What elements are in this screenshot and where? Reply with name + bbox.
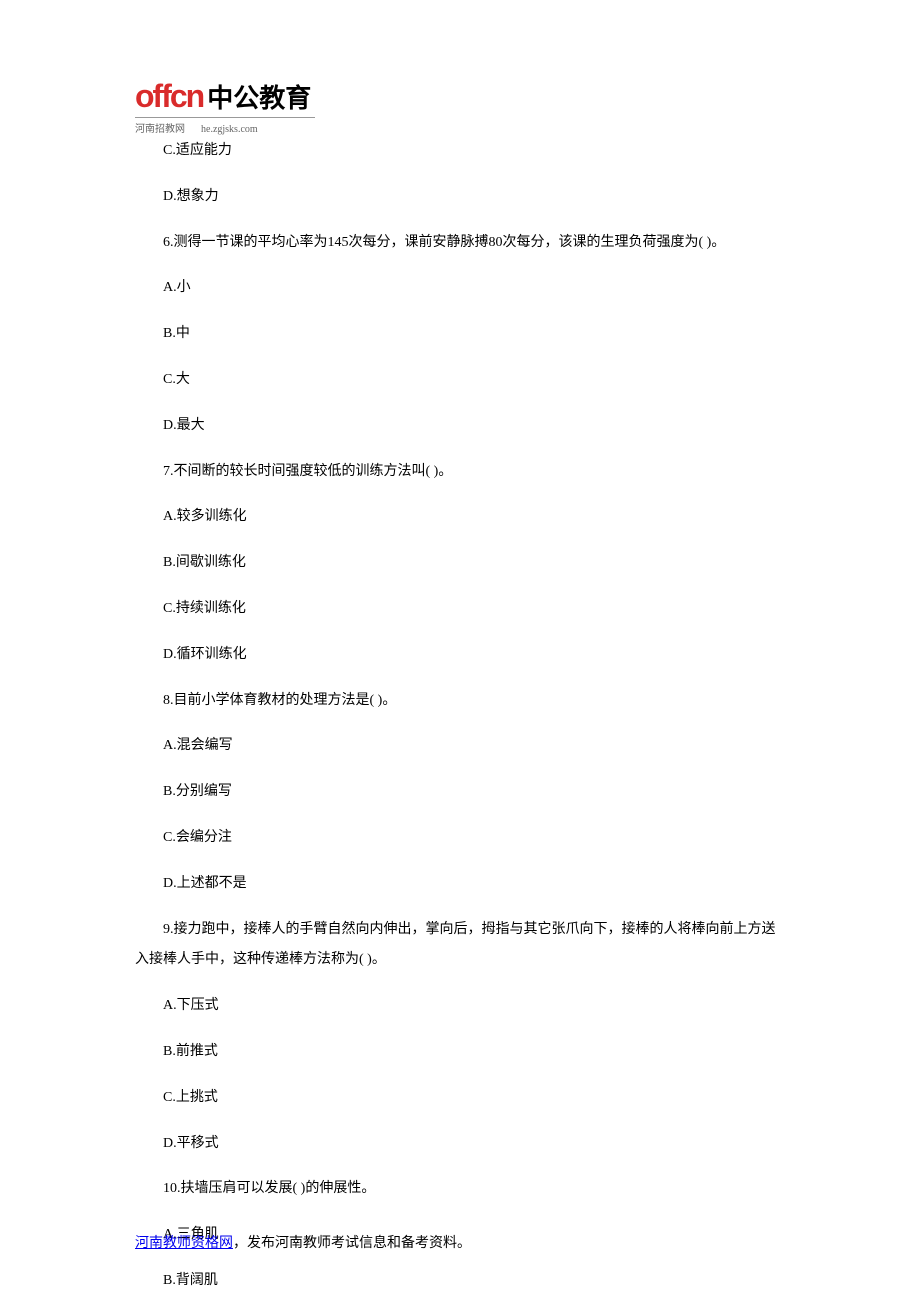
question-6: 6.测得一节课的平均心率为145次每分，课前安静脉搏80次每分，该课的生理负荷强… — [135, 228, 785, 259]
option-text: B.前推式 — [135, 1037, 785, 1068]
option-text: C.会编分注 — [135, 823, 785, 854]
option-text: C.上挑式 — [135, 1083, 785, 1114]
option-text: D.最大 — [135, 411, 785, 442]
question-7: 7.不间断的较长时间强度较低的训练方法叫( )。 — [135, 457, 785, 488]
option-text: C.持续训练化 — [135, 594, 785, 625]
option-text: D.循环训练化 — [135, 640, 785, 671]
logo-chinese: 中公教育 — [207, 78, 311, 115]
question-8: 8.目前小学体育教材的处理方法是( )。 — [135, 686, 785, 717]
question-10: 10.扶墙压肩可以发展( )的伸展性。 — [135, 1174, 785, 1205]
option-text: A.小 — [135, 273, 785, 304]
option-text: B.间歇训练化 — [135, 548, 785, 579]
footer-suffix: ，发布河南教师考试信息和备考资料。 — [233, 1236, 471, 1251]
option-text: A.较多训练化 — [135, 502, 785, 533]
option-text: D.想象力 — [135, 182, 785, 213]
option-text: D.上述都不是 — [135, 869, 785, 900]
option-text: B.分别编写 — [135, 777, 785, 808]
logo-subtext-right: he.zgjsks.com — [201, 124, 258, 135]
option-text: A.混会编写 — [135, 731, 785, 762]
logo-subtext: 河南招教网 he.zgjsks.com — [135, 120, 315, 135]
option-text: D.平移式 — [135, 1129, 785, 1160]
logo-offcn: offcn — [135, 78, 203, 115]
option-text: B.背阔肌 — [135, 1266, 785, 1297]
option-text: B.中 — [135, 319, 785, 350]
logo-header: offcn 中公教育 河南招教网 he.zgjsks.com — [135, 78, 315, 135]
document-content: C.适应能力 D.想象力 6.测得一节课的平均心率为145次每分，课前安静脉搏8… — [135, 136, 785, 1312]
option-text: A.下压式 — [135, 991, 785, 1022]
option-text: C.适应能力 — [135, 136, 785, 167]
logo: offcn 中公教育 — [135, 78, 315, 115]
footer-link[interactable]: 河南教师资格网 — [135, 1236, 233, 1251]
option-text: C.大 — [135, 365, 785, 396]
logo-underline — [135, 117, 315, 118]
footer: 河南教师资格网，发布河南教师考试信息和备考资料。 — [135, 1232, 471, 1252]
question-9: 9.接力跑中，接棒人的手臂自然向内伸出，掌向后，拇指与其它张爪向下，接棒的人将棒… — [135, 915, 785, 977]
logo-subtext-left: 河南招教网 — [135, 124, 185, 135]
